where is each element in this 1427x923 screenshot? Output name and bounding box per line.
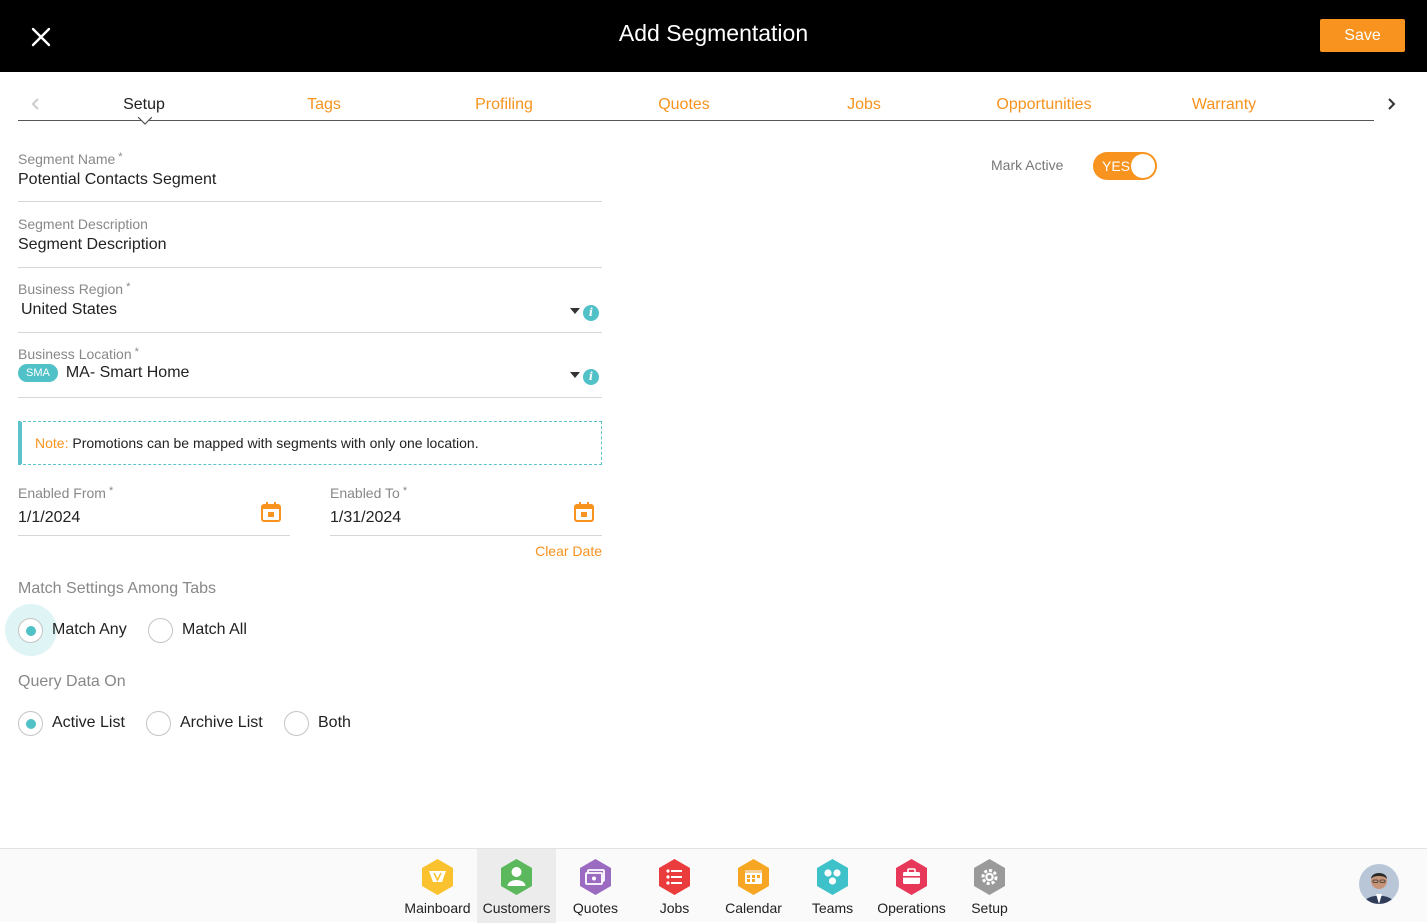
teams-icon	[817, 859, 848, 895]
active-tab-indicator	[138, 117, 152, 125]
enabled-to-field[interactable]: Enabled To * 1/31/2024	[330, 485, 602, 536]
radio-button[interactable]	[284, 711, 309, 736]
nav-label: Quotes	[572, 900, 619, 916]
calendar-icon[interactable]	[260, 501, 282, 523]
close-icon[interactable]	[26, 22, 56, 52]
clear-date-link[interactable]: Clear Date	[520, 543, 602, 559]
nav-label: Customers	[482, 900, 551, 916]
segment-name-label: Segment Name	[18, 151, 116, 167]
radio-label: Archive List	[180, 714, 263, 731]
info-icon[interactable]: i	[583, 305, 599, 321]
bottom-navigation: Mainboard Customers Quotes Jobs Calendar…	[0, 848, 1427, 923]
radio-match-any[interactable]: Match Any	[5, 604, 138, 656]
required-marker: *	[108, 485, 114, 497]
nav-jobs[interactable]: Jobs	[635, 849, 714, 923]
radio-active-list[interactable]: Active List	[18, 711, 138, 737]
business-region-field[interactable]: Business Region * United States i	[18, 281, 602, 333]
enabled-from-field[interactable]: Enabled From * 1/1/2024	[18, 485, 290, 536]
jobs-icon	[659, 859, 690, 895]
business-region-label: Business Region	[18, 281, 124, 297]
query-data-title: Query Data On	[18, 673, 126, 690]
mark-active-label: Mark Active	[991, 157, 1064, 173]
business-region-select[interactable]: United States	[21, 301, 602, 319]
calendar-icon[interactable]	[573, 501, 595, 523]
nav-calendar[interactable]: Calendar	[714, 849, 793, 923]
business-location-label: Business Location	[18, 346, 132, 362]
save-button[interactable]: Save	[1320, 19, 1405, 52]
tab-quotes[interactable]: Quotes	[594, 96, 774, 114]
segment-description-input[interactable]: Segment Description	[18, 236, 602, 254]
business-location-field[interactable]: Business Location * SMA MA- Smart Home i	[18, 346, 602, 398]
tab-warranty[interactable]: Warranty	[1134, 96, 1314, 114]
tab-tags[interactable]: Tags	[234, 96, 414, 114]
segment-name-input[interactable]: Potential Contacts Segment	[18, 171, 602, 189]
customer-icon	[501, 859, 532, 895]
nav-setup[interactable]: Setup	[950, 849, 1029, 923]
radio-button[interactable]	[146, 711, 171, 736]
nav-label: Calendar	[725, 900, 782, 916]
toggle-value: YES	[1102, 158, 1131, 174]
segment-description-label: Segment Description	[18, 216, 148, 232]
user-avatar[interactable]	[1359, 864, 1399, 904]
nav-label: Mainboard	[404, 900, 471, 916]
nav-mainboard[interactable]: Mainboard	[398, 849, 477, 923]
chevron-down-icon[interactable]	[570, 372, 580, 378]
enabled-from-input[interactable]: 1/1/2024	[18, 509, 290, 527]
nav-operations[interactable]: Operations	[872, 849, 951, 923]
nav-label: Operations	[877, 900, 946, 916]
gear-icon	[974, 859, 1005, 895]
radio-label: Match Any	[52, 621, 127, 638]
enabled-to-label: Enabled To	[330, 485, 400, 501]
chevron-down-icon[interactable]	[570, 308, 580, 314]
info-icon[interactable]: i	[583, 369, 599, 385]
radio-label: Match All	[182, 621, 247, 638]
nav-label: Setup	[971, 900, 1008, 916]
required-marker: *	[134, 346, 139, 358]
tab-underline	[18, 120, 1374, 121]
quotes-icon	[580, 859, 611, 895]
avatar-image	[1359, 864, 1399, 904]
toggle-knob	[1131, 154, 1155, 178]
tab-setup[interactable]: Setup	[54, 96, 234, 114]
radio-label: Active List	[52, 714, 125, 731]
page-title: Add Segmentation	[618, 20, 809, 46]
tab-bar: Setup Tags Profiling Quotes Jobs Opportu…	[0, 72, 1427, 125]
nav-teams[interactable]: Teams	[793, 849, 872, 923]
operations-icon	[896, 859, 927, 895]
mark-active-toggle[interactable]: YES	[1093, 152, 1157, 180]
header-bar: Add Segmentation Save	[0, 0, 1427, 72]
note-box: Note: Promotions can be mapped with segm…	[18, 421, 602, 465]
chevron-left-icon[interactable]	[28, 96, 44, 112]
nav-quotes[interactable]: Quotes	[556, 849, 635, 923]
nav-label: Teams	[811, 900, 854, 916]
segment-description-field[interactable]: Segment Description Segment Description	[18, 216, 602, 268]
radio-match-all[interactable]: Match All	[148, 618, 258, 644]
radio-both[interactable]: Both	[284, 711, 364, 737]
radio-archive-list[interactable]: Archive List	[146, 711, 271, 737]
radio-label: Both	[318, 714, 351, 731]
note-label: Note:	[35, 435, 69, 451]
business-location-select[interactable]: MA- Smart Home	[66, 364, 190, 381]
enabled-from-label: Enabled From	[18, 485, 106, 501]
note-text: Promotions can be mapped with segments w…	[68, 435, 479, 451]
tab-jobs[interactable]: Jobs	[774, 96, 954, 114]
chevron-right-icon[interactable]	[1383, 96, 1399, 112]
location-badge: SMA	[18, 364, 58, 382]
mainboard-icon	[422, 859, 453, 895]
required-marker: *	[126, 281, 131, 293]
nav-customers[interactable]: Customers	[477, 849, 556, 923]
required-marker: *	[118, 151, 123, 163]
radio-button-checked[interactable]	[18, 711, 43, 736]
calendar-icon	[738, 859, 769, 895]
nav-label: Jobs	[659, 900, 690, 916]
segment-name-field[interactable]: Segment Name * Potential Contacts Segment	[18, 151, 602, 202]
radio-button[interactable]	[148, 618, 173, 643]
match-settings-title: Match Settings Among Tabs	[18, 580, 217, 597]
enabled-to-input[interactable]: 1/31/2024	[330, 509, 602, 527]
radio-button-checked[interactable]	[18, 618, 43, 643]
required-marker: *	[402, 485, 408, 497]
tab-profiling[interactable]: Profiling	[414, 96, 594, 114]
tab-opportunities[interactable]: Opportunities	[954, 96, 1134, 114]
